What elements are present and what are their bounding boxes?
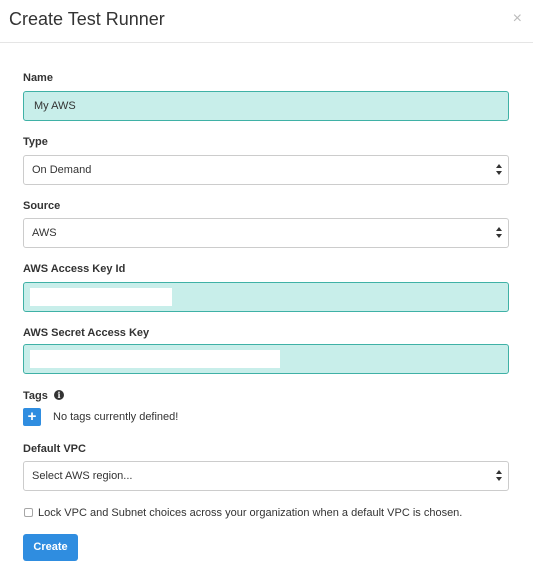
sort-caret-icon [496,227,503,239]
access-key-input[interactable] [23,282,509,312]
add-tag-button[interactable]: + [23,408,41,426]
access-key-label: AWS Access Key Id [23,263,126,275]
vpc-select[interactable]: Select AWS region... [23,461,509,491]
secret-key-label: AWS Secret Access Key [23,327,150,339]
sort-caret-icon [496,164,503,176]
type-select[interactable]: On Demand [23,155,509,185]
sort-caret-icon [496,470,503,482]
source-label: Source [23,200,61,212]
name-label: Name [23,72,53,84]
type-label: Type [23,136,48,148]
modal-title: Create Test Runner [9,9,165,29]
lock-vpc-checkbox[interactable] [24,508,33,517]
vpc-label: Default VPC [23,443,86,455]
name-input[interactable]: My AWS [23,91,509,121]
tags-label: Tags [23,390,48,402]
close-icon[interactable]: × [513,10,522,28]
modal-header: Create Test Runner × [0,0,533,43]
vpc-select-value: Select AWS region... [32,470,133,482]
info-icon[interactable]: i [54,390,64,400]
secret-key-input[interactable] [23,344,509,374]
redacted-value [30,350,280,368]
source-select[interactable]: AWS [23,218,509,248]
type-select-value: On Demand [32,164,92,176]
lock-vpc-label[interactable]: Lock VPC and Subnet choices across your … [38,507,462,519]
tags-empty-text: No tags currently defined! [53,411,179,423]
source-select-value: AWS [32,227,57,239]
create-button[interactable]: Create [23,534,78,561]
redacted-value [30,288,172,306]
